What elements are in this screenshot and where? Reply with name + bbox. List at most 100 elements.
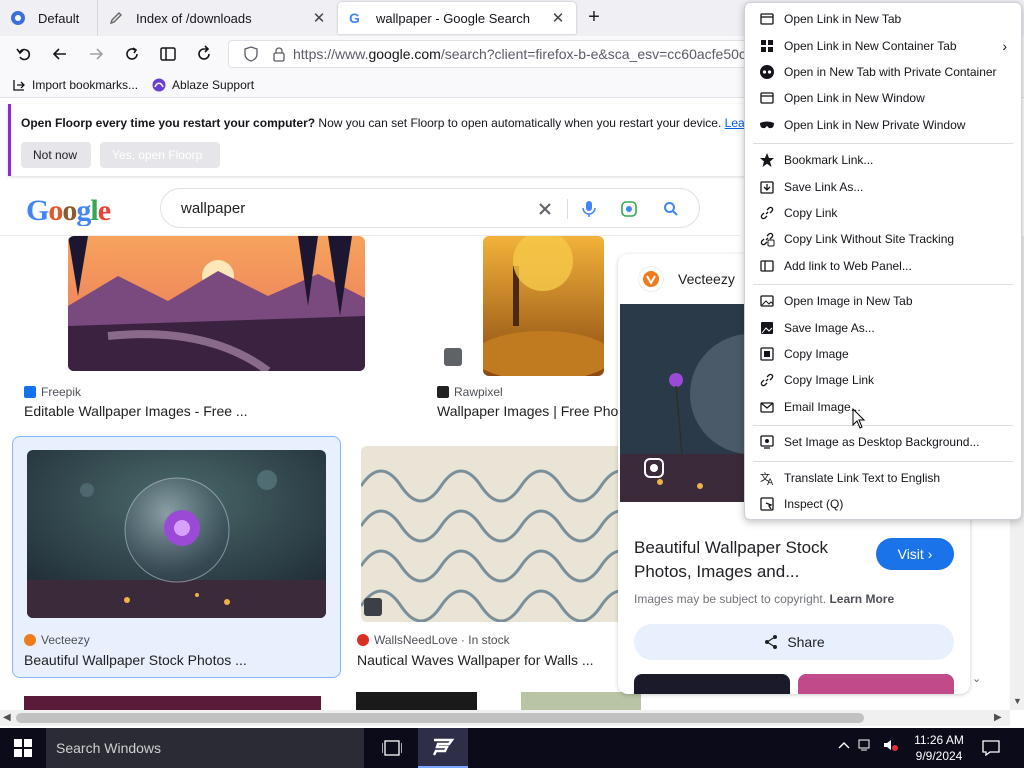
taskbar-clock[interactable]: 11:26 AM 9/9/2024 (910, 732, 968, 764)
clear-icon[interactable] (535, 199, 555, 219)
search-query[interactable]: wallpaper (181, 200, 245, 217)
bookmark-label: Ablaze Support (172, 77, 255, 92)
menu-add-link-web-panel[interactable]: Add link to Web Panel... (745, 254, 1021, 278)
taskbar-search[interactable]: Search Windows (46, 728, 364, 768)
desktop-icon (759, 434, 775, 450)
preview-image[interactable] (620, 304, 744, 502)
submenu-arrow-icon: › (1002, 38, 1007, 54)
clock-time: 11:26 AM (914, 733, 964, 747)
rawpixel-icon (437, 386, 449, 398)
tab-title: Default (38, 10, 80, 26)
result-title[interactable]: Editable Wallpaper Images - Free ... (24, 403, 344, 419)
share-button[interactable]: Share (634, 624, 954, 660)
result-title[interactable]: Beautiful Wallpaper Stock Photos ... (24, 652, 324, 668)
windows-start-icon[interactable] (0, 728, 46, 768)
result-image-partial[interactable] (356, 692, 477, 710)
result-source[interactable]: Freepik (24, 385, 81, 399)
menu-save-image-as[interactable]: Save Image As... (745, 316, 1021, 340)
image-copy-icon (759, 346, 775, 362)
menu-bookmark-link[interactable]: Bookmark Link... (745, 148, 1021, 172)
undo-close-tab-icon[interactable] (12, 42, 36, 66)
result-source[interactable]: Vecteezy (24, 633, 90, 647)
scroll-down-arrow-icon[interactable]: ▼ (1013, 696, 1022, 706)
scroll-right-arrow-icon[interactable]: ▶ (994, 712, 1002, 723)
notification-center-icon[interactable] (980, 738, 1002, 758)
window-icon (759, 90, 775, 106)
volume-muted-icon[interactable] (882, 738, 898, 752)
chevron-up-icon[interactable] (838, 740, 850, 750)
menu-open-link-new-tab[interactable]: Open Link in New Tab (745, 7, 1021, 31)
related-image[interactable] (634, 674, 790, 694)
result-title[interactable]: Nautical Waves Wallpaper for Walls ... (357, 652, 607, 668)
share-icon (763, 634, 779, 650)
reload-icon[interactable] (120, 42, 144, 66)
google-logo[interactable]: Google (26, 192, 122, 234)
search-icon[interactable] (661, 199, 681, 219)
menu-inspect[interactable]: Inspect (Q) (745, 492, 1021, 516)
wallsneedlove-icon (357, 634, 369, 646)
bookmark-import[interactable]: Import bookmarks... (12, 78, 138, 92)
lens-search-icon[interactable] (642, 456, 666, 480)
result-title[interactable]: Wallpaper Images | Free Pho (437, 403, 620, 419)
network-icon[interactable] (858, 738, 874, 752)
bookmark-ablaze[interactable]: Ablaze Support (152, 78, 254, 92)
google-search-box[interactable]: wallpaper (160, 188, 700, 228)
tab-downloads[interactable]: Index of /downloads ✕ (97, 0, 337, 36)
visit-button[interactable]: Visit › (876, 538, 954, 570)
learn-more-link[interactable]: Learn More (829, 592, 894, 606)
microphone-icon[interactable] (579, 199, 599, 219)
chevron-down-icon[interactable]: ⌄ (972, 672, 986, 686)
menu-copy-link-without-tracking[interactable]: Copy Link Without Site Tracking (745, 227, 1021, 251)
close-icon[interactable]: ✕ (311, 9, 327, 27)
menu-open-image-new-tab[interactable]: Open Image in New Tab (745, 289, 1021, 313)
new-tab-button[interactable]: + (584, 7, 604, 28)
horizontal-scrollbar[interactable]: ◀ ▶ (0, 710, 1010, 726)
forward-icon[interactable] (84, 42, 108, 66)
menu-set-desktop-background[interactable]: Set Image as Desktop Background... (745, 430, 1021, 454)
back-icon[interactable] (48, 42, 72, 66)
svg-text:Google: Google (26, 194, 111, 226)
result-image-partial[interactable] (521, 692, 641, 710)
sidebar-icon[interactable] (156, 42, 180, 66)
url-bar[interactable]: https://www.google.com/search?client=fir… (228, 40, 748, 68)
floorp-taskbar-icon[interactable] (418, 728, 468, 768)
tab-default[interactable]: Default (0, 0, 96, 36)
menu-save-link-as[interactable]: Save Link As... (745, 175, 1021, 199)
shield-icon[interactable] (243, 46, 259, 62)
result-image-partial[interactable] (24, 696, 321, 710)
result-source[interactable]: Rawpixel (437, 385, 503, 399)
menu-copy-link[interactable]: Copy Link (745, 201, 1021, 225)
menu-copy-image-link[interactable]: Copy Image Link (745, 368, 1021, 392)
result-source[interactable]: WallsNeedLove · In stock (357, 633, 510, 647)
result-image-autumn[interactable] (483, 236, 604, 376)
tab-google-search[interactable]: G wallpaper - Google Search ✕ (338, 2, 576, 34)
lens-icon[interactable] (619, 199, 639, 219)
lock-icon[interactable] (271, 46, 287, 62)
import-icon (12, 78, 26, 92)
star-icon (759, 152, 775, 168)
scroll-left-arrow-icon[interactable]: ◀ (3, 712, 11, 723)
refresh-icon[interactable] (192, 42, 216, 66)
result-image-landscape[interactable] (68, 236, 365, 371)
vecteezy-icon (24, 634, 36, 646)
result-image-glass-flower[interactable] (27, 450, 326, 618)
menu-copy-image[interactable]: Copy Image (745, 342, 1021, 366)
menu-translate-link-text[interactable]: 文A Translate Link Text to English (745, 466, 1021, 490)
menu-open-link-private-window[interactable]: Open Link in New Private Window (745, 113, 1021, 137)
not-now-button[interactable]: Not now (21, 142, 91, 168)
menu-email-image[interactable]: Email Image... (745, 395, 1021, 419)
notification-bar: Open Floorp every time you restart your … (8, 104, 755, 176)
menu-separator (753, 461, 1013, 462)
inspect-icon (759, 496, 775, 512)
preview-title[interactable]: Beautiful Wallpaper Stock Photos, Images… (634, 536, 864, 584)
pencil-icon (108, 10, 124, 26)
yes-open-floorp-button[interactable]: Yes, open Floorp (100, 142, 220, 168)
menu-open-link-new-window[interactable]: Open Link in New Window (745, 86, 1021, 110)
menu-open-private-container[interactable]: Open in New Tab with Private Container (745, 60, 1021, 84)
task-view-icon[interactable] (378, 738, 406, 758)
result-image-waves[interactable] (361, 446, 619, 622)
related-image[interactable] (798, 674, 954, 694)
scrollbar-thumb[interactable] (16, 713, 864, 723)
menu-open-link-container-tab[interactable]: Open Link in New Container Tab › (745, 34, 1021, 58)
close-icon[interactable]: ✕ (550, 9, 566, 27)
